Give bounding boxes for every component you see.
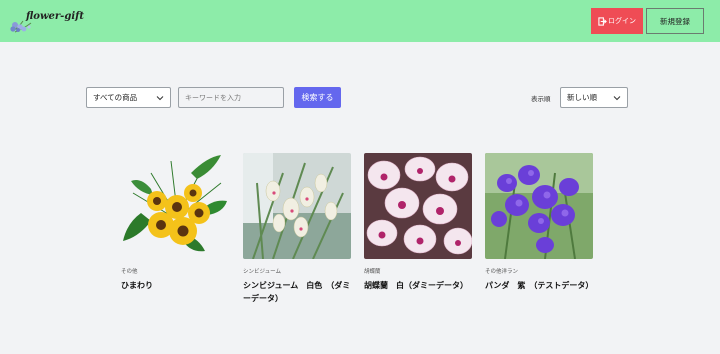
product-name[interactable]: ひまわり — [121, 279, 229, 292]
product-card[interactable]: シンビジューム シンビジューム 白色 （ダミーデータ） — [243, 153, 351, 305]
login-icon — [598, 16, 607, 26]
sunflower-bouquet-image[interactable] — [121, 153, 229, 259]
product-name[interactable]: 胡蝶蘭 白（ダミーデータ） — [364, 279, 472, 292]
chevron-down-icon — [156, 96, 164, 101]
purple-vanda-orchid-image[interactable] — [485, 153, 593, 259]
sort-selected-value: 新しい順 — [567, 93, 597, 102]
pink-phalaenopsis-image[interactable] — [364, 153, 472, 259]
product-name[interactable]: シンビジューム 白色 （ダミーデータ） — [243, 279, 351, 305]
site-logo[interactable]: flower-gift — [9, 8, 84, 34]
site-header: flower-gift ログイン 新規登録 — [0, 0, 720, 42]
login-label: ログイン — [608, 17, 636, 25]
product-category: シンビジューム — [243, 269, 281, 275]
login-button[interactable]: ログイン — [591, 8, 643, 34]
chevron-down-icon — [613, 96, 621, 101]
search-input[interactable] — [178, 87, 284, 108]
search-button[interactable]: 検索する — [294, 87, 341, 108]
sort-label: 表示順 — [531, 95, 551, 103]
product-card[interactable]: 胡蝶蘭 胡蝶蘭 白（ダミーデータ） — [364, 153, 472, 292]
register-button[interactable]: 新規登録 — [646, 8, 704, 34]
product-category: 胡蝶蘭 — [364, 269, 381, 275]
product-category: その他洋ラン — [485, 269, 519, 275]
logo-text: flower-gift — [26, 11, 85, 22]
sort-select[interactable]: 新しい順 — [560, 87, 628, 108]
category-selected-value: すべての商品 — [93, 93, 138, 102]
product-category: その他 — [121, 269, 138, 275]
product-card[interactable]: その他洋ラン パンダ 紫 （テストデータ） — [485, 153, 593, 292]
white-cymbidium-image[interactable] — [243, 153, 351, 259]
product-card[interactable]: その他 ひまわり — [121, 153, 229, 292]
product-name[interactable]: パンダ 紫 （テストデータ） — [485, 279, 593, 292]
category-select[interactable]: すべての商品 — [86, 87, 171, 108]
